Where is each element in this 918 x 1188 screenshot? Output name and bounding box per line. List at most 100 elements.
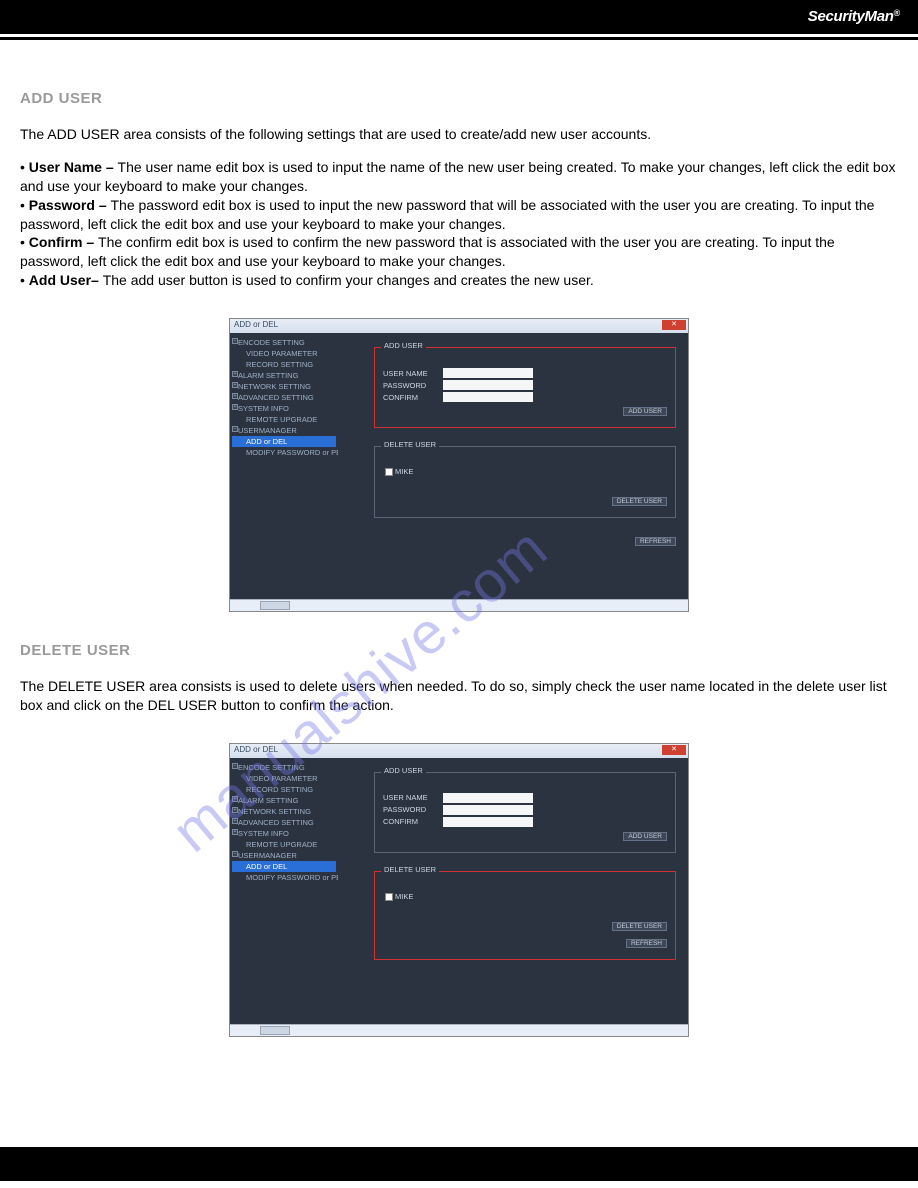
header: SecurityMan® (0, 0, 918, 34)
tree-item[interactable]: MODIFY PASSWORD or PE (232, 872, 336, 883)
tree-label: ENCODE SETTING (238, 338, 305, 347)
user-mike: MIKE (395, 467, 413, 476)
tree-toggle-icon[interactable]: + (232, 829, 238, 835)
tree-item[interactable]: +NETWORK SETTING (232, 806, 336, 817)
window-title-2: ADD or DEL (234, 745, 278, 754)
main-panel: ADD USER USER NAME PASSWORD CONFIRM (338, 333, 688, 599)
tree-item[interactable]: +ALARM SETTING (232, 370, 336, 381)
refresh-button[interactable]: REFRESH (635, 537, 676, 546)
tree-label: VIDEO PARAMETER (246, 774, 318, 783)
tree-item[interactable]: +ALARM SETTING (232, 795, 336, 806)
tree-label: ADVANCED SETTING (238, 393, 314, 402)
tree-toggle-icon[interactable]: + (232, 382, 238, 388)
sidebar-tree: −ENCODE SETTINGVIDEO PARAMETERRECORD SET… (230, 333, 338, 599)
page-content: ADD USER The ADD USER area consists of t… (0, 40, 918, 1107)
tree-label: VIDEO PARAMETER (246, 349, 318, 358)
tree-item[interactable]: +ADVANCED SETTING (232, 817, 336, 828)
add-user-heading: ADD USER (20, 90, 898, 107)
tree-label: MODIFY PASSWORD or PE (246, 448, 338, 457)
add-user-button[interactable]: ADD USER (623, 407, 667, 416)
tree-label: ADVANCED SETTING (238, 818, 314, 827)
tree-item[interactable]: REMOTE UPGRADE (232, 414, 336, 425)
tree-toggle-icon[interactable]: − (232, 851, 238, 857)
username-input[interactable] (443, 368, 533, 378)
tree-item[interactable]: −USERMANAGER (232, 850, 336, 861)
tree-item[interactable]: MODIFY PASSWORD or PE (232, 447, 336, 458)
bullet-username: • User Name – The user name edit box is … (20, 158, 898, 196)
tree-label: SYSTEM INFO (238, 829, 289, 838)
screenshot-add-user: ADD or DEL ✕ −ENCODE SETTINGVIDEO PARAME… (20, 318, 898, 612)
groupbox-delete-user: DELETE USER MIKE DELETE USER (374, 446, 676, 518)
tree-label: ADD or DEL (246, 862, 287, 871)
tree-label: ALARM SETTING (238, 371, 298, 380)
legend-add: ADD USER (381, 341, 426, 350)
tree-item[interactable]: −ENCODE SETTING (232, 337, 336, 348)
tree-label: REMOTE UPGRADE (246, 840, 317, 849)
tree-toggle-icon[interactable]: + (232, 796, 238, 802)
add-user-intro: The ADD USER area consists of the follow… (20, 125, 898, 144)
groupbox-add-user-2: ADD USER USER NAME PASSWORD CONFIRM (374, 772, 676, 853)
tree-toggle-icon[interactable]: + (232, 818, 238, 824)
footer-bar (0, 1147, 918, 1181)
legend-add-2: ADD USER (381, 766, 426, 775)
tree-label: RECORD SETTING (246, 785, 313, 794)
screenshot-delete-user: ADD or DEL ✕ −ENCODE SETTINGVIDEO PARAME… (20, 743, 898, 1037)
label-password: PASSWORD (383, 381, 443, 390)
tree-toggle-icon[interactable]: + (232, 807, 238, 813)
delete-user-button-2[interactable]: DELETE USER (612, 922, 667, 931)
confirm-input-2[interactable] (443, 817, 533, 827)
label-username: USER NAME (383, 369, 443, 378)
tree-toggle-icon[interactable]: − (232, 338, 238, 344)
tree-item[interactable]: +NETWORK SETTING (232, 381, 336, 392)
delete-user-button[interactable]: DELETE USER (612, 497, 667, 506)
tree-item[interactable]: VIDEO PARAMETER (232, 348, 336, 359)
window-titlebar-2: ADD or DEL ✕ (230, 744, 688, 758)
user-checkbox[interactable] (385, 468, 393, 476)
tree-label: REMOTE UPGRADE (246, 415, 317, 424)
legend-del: DELETE USER (381, 440, 439, 449)
close-icon[interactable]: ✕ (662, 320, 686, 330)
tree-item[interactable]: +ADVANCED SETTING (232, 392, 336, 403)
bullet-password: • Password – The password edit box is us… (20, 196, 898, 234)
brand-reg: ® (894, 8, 900, 18)
tree-item[interactable]: VIDEO PARAMETER (232, 773, 336, 784)
tree-label: MODIFY PASSWORD or PE (246, 873, 338, 882)
username-input-2[interactable] (443, 793, 533, 803)
tree-item[interactable]: −ENCODE SETTING (232, 762, 336, 773)
add-user-button-2[interactable]: ADD USER (623, 832, 667, 841)
sidebar-tree-2: −ENCODE SETTINGVIDEO PARAMETERRECORD SET… (230, 758, 338, 1024)
scrollbar-thumb-2[interactable] (260, 1026, 290, 1035)
groupbox-delete-user-2: DELETE USER MIKE DELETE USER REFRESH (374, 871, 676, 960)
tree-item[interactable]: ADD or DEL (232, 436, 336, 447)
refresh-button-2[interactable]: REFRESH (626, 939, 667, 948)
tree-item[interactable]: ADD or DEL (232, 861, 336, 872)
user-checkbox-2[interactable] (385, 893, 393, 901)
window-titlebar: ADD or DEL ✕ (230, 319, 688, 333)
tree-toggle-icon[interactable]: + (232, 393, 238, 399)
tree-toggle-icon[interactable]: − (232, 426, 238, 432)
password-input-2[interactable] (443, 805, 533, 815)
tree-toggle-icon[interactable]: + (232, 371, 238, 377)
tree-toggle-icon[interactable]: − (232, 763, 238, 769)
password-input[interactable] (443, 380, 533, 390)
close-icon-2[interactable]: ✕ (662, 745, 686, 755)
scrollbar-2[interactable] (230, 1024, 688, 1036)
tree-label: USERMANAGER (238, 426, 297, 435)
label-password-2: PASSWORD (383, 805, 443, 814)
tree-item[interactable]: −USERMANAGER (232, 425, 336, 436)
tree-label: ADD or DEL (246, 437, 287, 446)
label-confirm: CONFIRM (383, 393, 443, 402)
tree-item[interactable]: REMOTE UPGRADE (232, 839, 336, 850)
tree-item[interactable]: +SYSTEM INFO (232, 828, 336, 839)
tree-item[interactable]: RECORD SETTING (232, 359, 336, 370)
tree-item[interactable]: +SYSTEM INFO (232, 403, 336, 414)
tree-label: NETWORK SETTING (238, 807, 311, 816)
scrollbar[interactable] (230, 599, 688, 611)
confirm-input[interactable] (443, 392, 533, 402)
tree-label: ALARM SETTING (238, 796, 298, 805)
tree-toggle-icon[interactable]: + (232, 404, 238, 410)
tree-label: NETWORK SETTING (238, 382, 311, 391)
tree-item[interactable]: RECORD SETTING (232, 784, 336, 795)
scrollbar-thumb[interactable] (260, 601, 290, 610)
tree-label: ENCODE SETTING (238, 763, 305, 772)
